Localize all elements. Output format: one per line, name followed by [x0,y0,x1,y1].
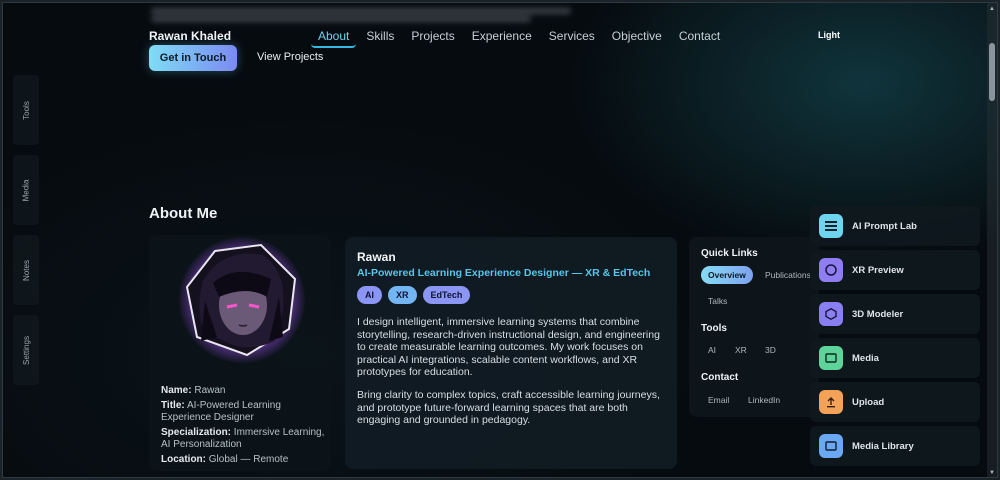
quick-links-title: Quick Links [701,248,758,259]
nav-services[interactable]: Services [542,27,602,48]
tool-xr[interactable]: XR [728,341,754,359]
theme-toggle-button[interactable]: Light [818,30,840,40]
get-in-touch-button[interactable]: Get in Touch [149,45,237,71]
nav-skills[interactable]: Skills [359,27,401,48]
hexagon-icon [819,302,843,326]
dock-media-library[interactable]: Media Library [810,426,980,466]
side-tab-media[interactable]: Media [13,155,39,225]
section-title: About Me [149,205,218,222]
app-window: Rawan Khaled About Skills Projects Exper… [2,2,998,478]
about-card: Rawan AI-Powered Learning Experience Des… [345,237,677,469]
side-tab-settings[interactable]: Settings [13,315,39,385]
link-talks[interactable]: Talks [701,292,734,310]
avatar [179,237,305,363]
side-rail: Tools Media Notes Settings [13,75,39,395]
profile-info: Name: Rawan Title: AI-Powered Learning E… [161,385,325,465]
link-overview[interactable]: Overview [701,266,753,284]
about-role: AI-Powered Learning Experience Designer … [357,267,651,279]
scrollbar[interactable]: ▲ ▼ [987,3,997,477]
dock-media[interactable]: Media [810,338,980,378]
circle-icon [819,258,843,282]
contact-linkedin[interactable]: LinkedIn [741,391,787,409]
dock-ai-prompt-lab[interactable]: AI Prompt Lab [810,206,980,246]
dock-xr-preview[interactable]: XR Preview [810,250,980,290]
link-publications[interactable]: Publications [758,266,818,284]
chip-xr[interactable]: XR [388,286,417,304]
about-name: Rawan [357,250,396,264]
top-nav: About Skills Projects Experience Service… [311,27,730,48]
blurred-background-text [151,6,571,26]
tool-ai[interactable]: AI [701,341,723,359]
square-icon [819,434,843,458]
list-icon [819,214,843,238]
about-paragraph-1: I design intelligent, immersive learning… [357,316,660,378]
side-tab-tools[interactable]: Tools [13,75,39,145]
chip-edtech[interactable]: EdTech [422,286,471,304]
rectangle-icon [819,346,843,370]
tag-chips: AI XR EdTech [357,286,471,304]
dock-upload[interactable]: Upload [810,382,980,422]
view-projects-button[interactable]: View Projects [257,51,323,63]
profile-card: Name: Rawan Title: AI-Powered Learning E… [149,235,331,471]
about-paragraph-2: Bring clarity to complex topics, craft a… [357,389,660,426]
nav-about[interactable]: About [311,27,357,48]
nav-projects[interactable]: Projects [404,27,461,48]
nav-experience[interactable]: Experience [465,27,539,48]
upload-icon [819,390,843,414]
side-tab-notes[interactable]: Notes [13,235,39,305]
nav-objective[interactable]: Objective [605,27,669,48]
tools-title: Tools [701,323,727,334]
quick-links-card: Quick Links Overview Publications Talks … [689,237,819,417]
scroll-down-icon[interactable]: ▼ [989,470,995,476]
contact-email[interactable]: Email [701,391,736,409]
scrollbar-thumb[interactable] [989,43,995,101]
dock-3d-modeler[interactable]: 3D Modeler [810,294,980,334]
scroll-up-icon[interactable]: ▲ [989,6,995,12]
chip-ai[interactable]: AI [357,286,382,304]
nav-contact[interactable]: Contact [672,27,727,48]
tool-3d[interactable]: 3D [758,341,783,359]
contact-title: Contact [701,372,739,383]
brand-name[interactable]: Rawan Khaled [149,29,231,43]
